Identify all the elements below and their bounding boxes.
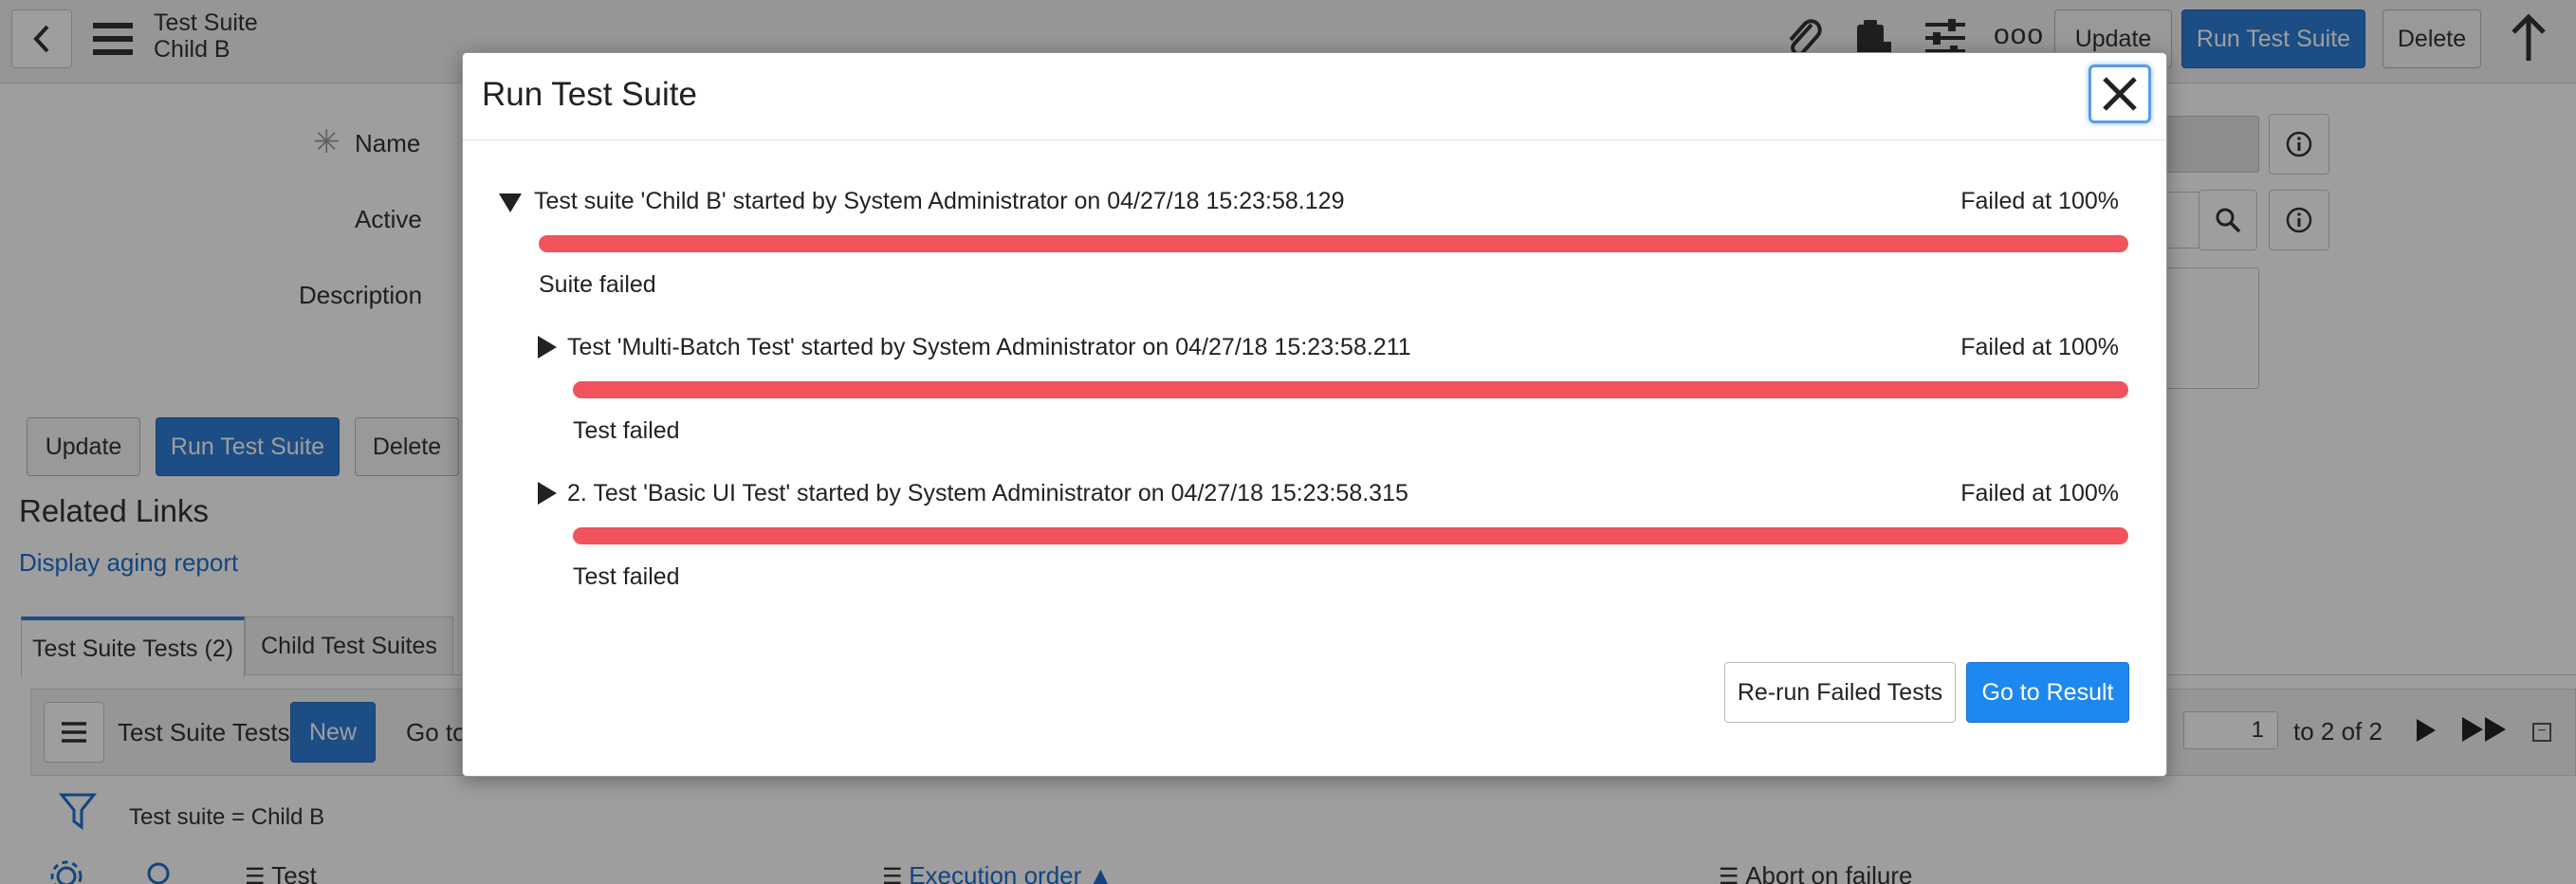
suite-result: Suite failed [539,271,656,298]
expand-triangle-icon[interactable] [538,336,557,359]
suite-progress-bar [539,235,2128,252]
run-test-suite-modal: Run Test Suite Test suite 'Child B' star… [462,52,2167,777]
go-to-result-button[interactable]: Go to Result [1966,662,2129,723]
test-status-line: Test 'Multi-Batch Test' started by Syste… [567,334,1411,360]
collapse-triangle-icon[interactable] [499,193,522,212]
test-progress-bar [573,527,2128,544]
modal-title: Run Test Suite [482,76,697,113]
test-result: Test failed [573,563,680,590]
test-result: Test failed [573,417,680,444]
modal-header: Run Test Suite [463,53,2166,140]
test-progress-bar [573,381,2128,398]
test-failed-percent: Failed at 100% [1960,334,2119,360]
close-button[interactable] [2088,64,2151,123]
expand-triangle-icon[interactable] [538,482,557,505]
rerun-failed-tests-button[interactable]: Re-run Failed Tests [1724,662,1956,723]
test-status-line: 2. Test 'Basic UI Test' started by Syste… [567,480,1408,506]
test-failed-percent: Failed at 100% [1960,480,2119,506]
suite-status-line: Test suite 'Child B' started by System A… [534,188,1345,214]
close-icon [2103,77,2137,111]
suite-failed-percent: Failed at 100% [1960,188,2119,214]
